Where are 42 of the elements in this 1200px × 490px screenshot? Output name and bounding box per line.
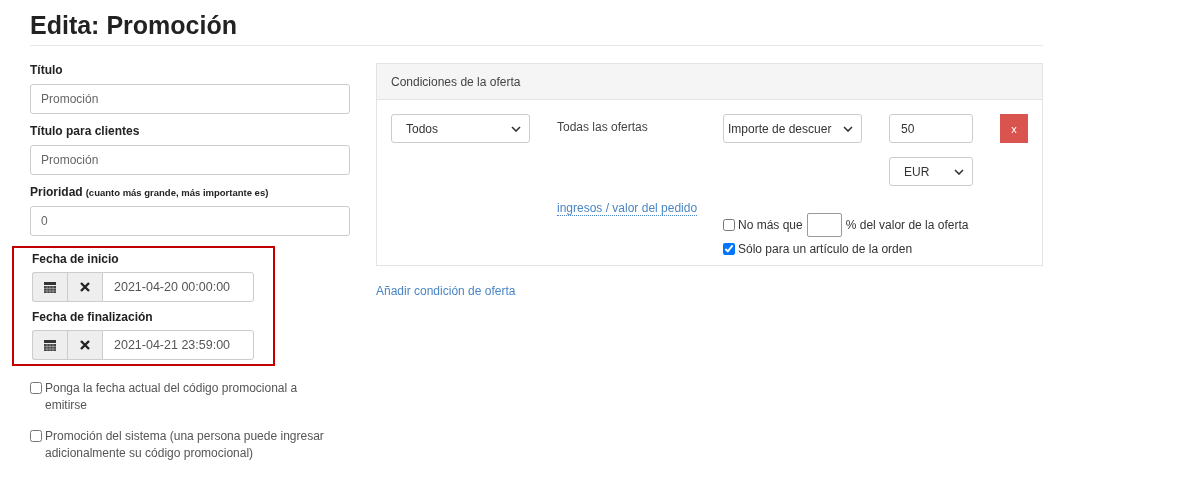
calendar-icon (44, 281, 56, 293)
amount-field[interactable]: 50 (889, 114, 973, 143)
date-field[interactable]: 2021-04-20 00:00:00 (102, 272, 254, 302)
field-label: Prioridad (30, 185, 83, 199)
checkbox[interactable] (30, 382, 42, 394)
text-field[interactable]: 0 (30, 206, 350, 236)
remove-button[interactable]: x (1000, 114, 1028, 143)
currency-select[interactable]: EUR (889, 157, 973, 186)
field-hint: (cuanto más grande, más importante es) (85, 187, 269, 198)
checkbox-label: % del valor de la oferta (845, 218, 969, 232)
add-condition-link[interactable]: Añadir condición de oferta (376, 284, 516, 298)
type-select[interactable]: Importe de descuer (723, 114, 862, 143)
percent-field[interactable] (806, 213, 842, 237)
calendar-button[interactable] (32, 330, 67, 360)
date-field[interactable]: 2021-04-21 23:59:00 (102, 330, 254, 360)
chevron-icon (511, 125, 521, 132)
chevron-icon (843, 125, 853, 132)
checkbox[interactable] (723, 219, 735, 231)
calendar-button[interactable] (32, 272, 67, 302)
checkbox-label: Ponga la fecha actual del código promocional a emitirse (45, 380, 299, 414)
text-field[interactable]: Promoción (30, 84, 350, 114)
field-label: Fecha de inicio (32, 252, 120, 266)
base-link[interactable]: ingresos / valor del pedido (557, 201, 698, 216)
panel-title: Condiciones de la oferta (391, 74, 521, 89)
close-icon (80, 340, 90, 350)
calendar-icon (44, 339, 56, 351)
offers-text: Todas las ofertas (557, 119, 649, 136)
field-label: Título para clientes (30, 124, 140, 138)
checkbox-label: Sólo para un artículo de la orden (738, 242, 913, 256)
page-title: Edita: Promoción (30, 10, 238, 41)
text-field[interactable]: Promoción (30, 145, 350, 175)
clear-button[interactable] (67, 330, 102, 360)
checkbox-label: Promoción del sistema (una persona puede ingresar adicionalmente su código promocional) (45, 428, 325, 462)
close-icon (80, 282, 90, 292)
chevron-icon (954, 168, 964, 175)
field-label: Fecha de finalización (32, 310, 154, 324)
checkbox[interactable] (723, 243, 735, 255)
checkbox-label: No más que (738, 218, 803, 232)
checkbox[interactable] (30, 430, 42, 442)
scope-select[interactable]: Todos (391, 114, 530, 143)
clear-button[interactable] (67, 272, 102, 302)
field-label: Título (30, 63, 63, 77)
